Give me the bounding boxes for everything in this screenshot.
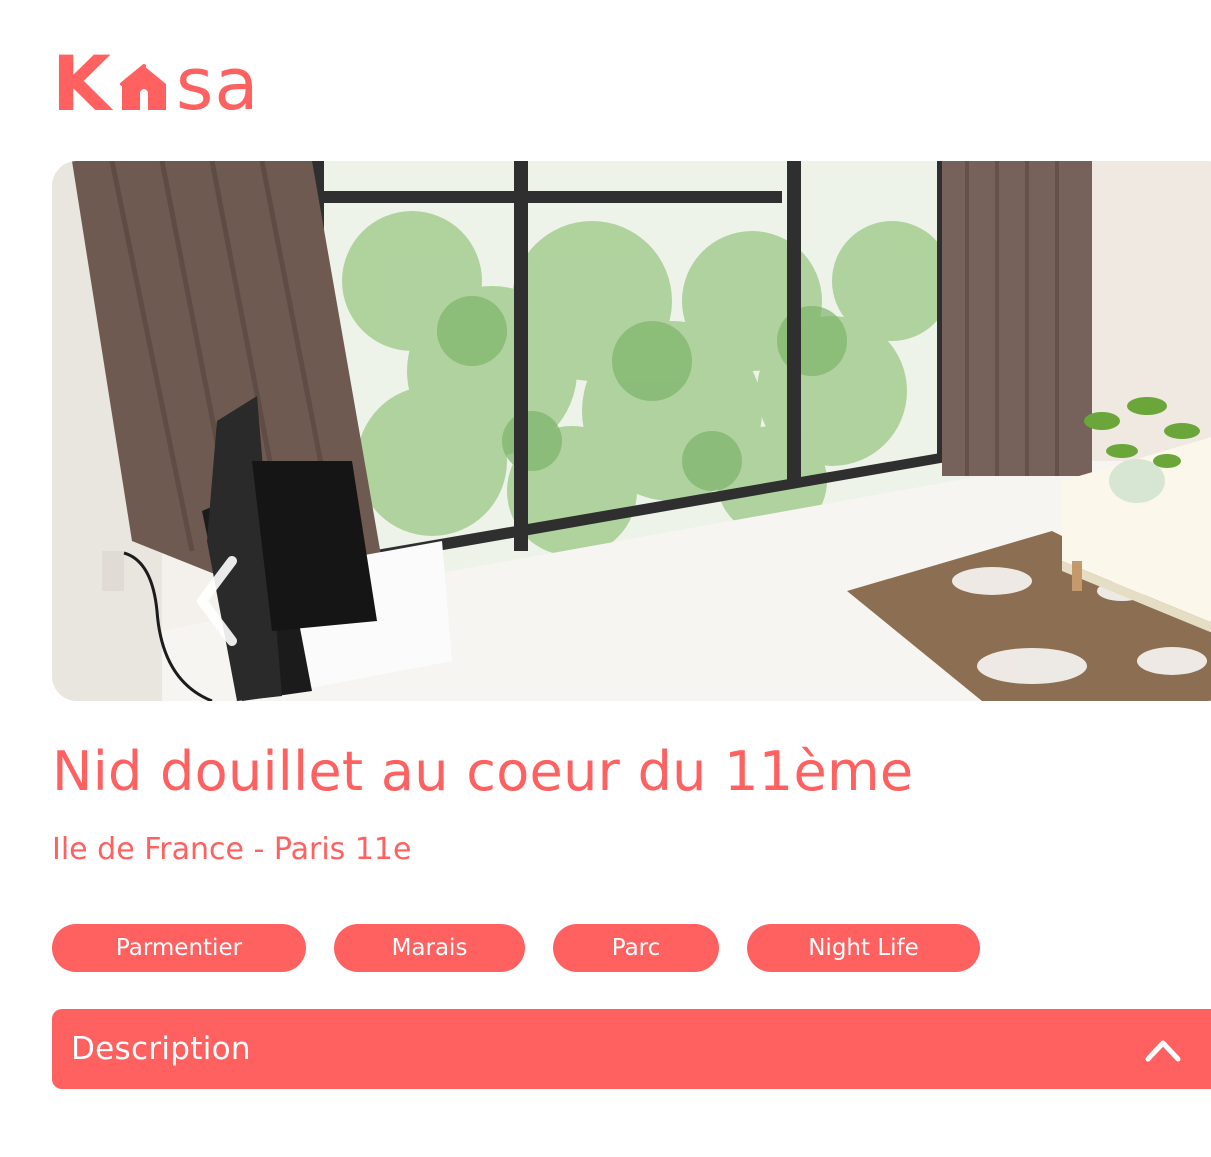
house-icon	[119, 64, 166, 110]
page: K sa Nid douillet au coeur du 11ème Ile …	[0, 0, 1211, 1157]
chevron-up-icon[interactable]	[1143, 1031, 1183, 1067]
description-label: Description	[71, 1031, 251, 1067]
gallery-carousel	[52, 161, 1211, 701]
chevron-left-icon[interactable]	[192, 551, 242, 651]
logo-letters-sa: sa	[175, 42, 260, 126]
tag: Night Life	[747, 924, 980, 972]
tag: Marais	[334, 924, 525, 972]
description-collapse[interactable]: Description	[52, 1009, 1211, 1089]
tag-list: Parmentier Marais Parc Night Life	[52, 924, 980, 972]
kasa-logo[interactable]: K sa	[52, 39, 260, 128]
listing-location: Ile de France - Paris 11e	[52, 832, 412, 867]
logo-letter-k: K	[52, 39, 112, 128]
tag: Parmentier	[52, 924, 306, 972]
listing-title: Nid douillet au coeur du 11ème	[52, 740, 914, 803]
tag: Parc	[553, 924, 719, 972]
